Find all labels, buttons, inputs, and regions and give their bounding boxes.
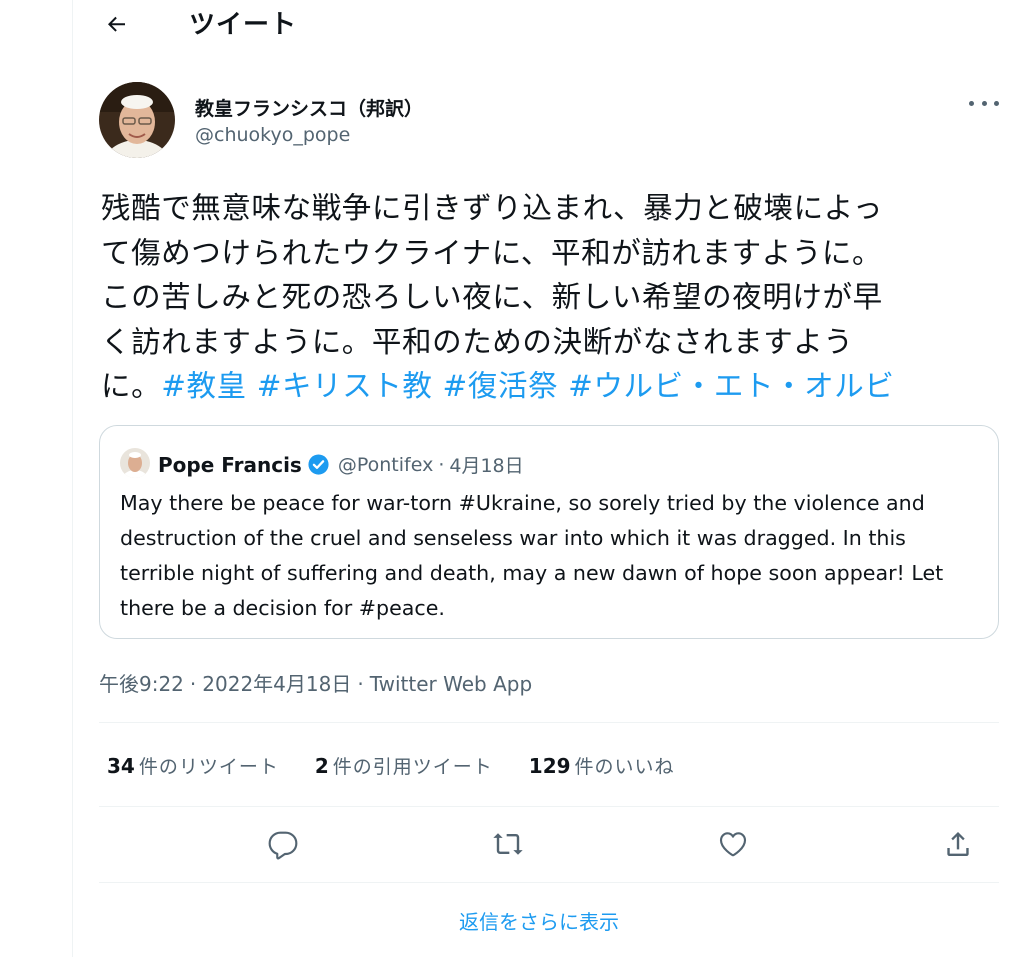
back-button[interactable] <box>99 6 135 42</box>
tweet-source[interactable]: Twitter Web App <box>370 672 532 696</box>
hashtag-link[interactable]: #ウルビ・エト・オルビ <box>568 369 894 403</box>
quotes-stat[interactable]: 2 件の引用ツイート <box>315 752 493 779</box>
page-title: ツイート <box>189 10 298 40</box>
arrow-left-icon <box>108 16 125 32</box>
divider <box>99 882 999 883</box>
reply-button[interactable] <box>261 822 305 866</box>
separator: · <box>357 672 364 696</box>
show-more-replies-link[interactable]: 返信をさらに表示 <box>73 906 1024 935</box>
tweet-meta: 午後9:22 · 2022年4月18日 · Twitter Web App <box>99 668 532 697</box>
retweet-button[interactable] <box>486 822 530 866</box>
show-more-label: 返信をさらに表示 <box>459 910 619 934</box>
quoted-line: destruction of the cruel and senseless w… <box>120 526 906 550</box>
quoted-text: May there be peace for war-torn #Ukraine… <box>120 486 990 626</box>
tweet-line: 残酷で無意味な戦争に引きずり込まれ、暴力と破壊によっ <box>101 191 884 225</box>
quoted-avatar-image <box>120 448 150 478</box>
hashtag-link[interactable]: #復活祭 <box>443 369 559 403</box>
like-button[interactable] <box>711 822 755 866</box>
author-handle[interactable]: @chuokyo_pope <box>195 124 350 146</box>
quote-label: 件の引用ツイート <box>332 756 493 778</box>
retweet-icon <box>493 833 523 855</box>
tweet-line: に。#教皇 #キリスト教 #復活祭 #ウルビ・エト・オルビ <box>101 364 981 409</box>
quoted-header: Pope Francis @Pontifex · 4月18日 <box>158 451 524 478</box>
author-avatar-image <box>99 82 175 158</box>
quoted-author-name: Pope Francis <box>158 452 302 477</box>
page-header: ツイート <box>73 0 1024 44</box>
heart-icon <box>719 832 747 857</box>
tweet-line: この苦しみと死の恐ろしい夜に、新しい希望の夜明けが早 <box>101 280 883 314</box>
hashtag-link[interactable]: #キリスト教 <box>257 369 433 403</box>
tweet-stats: 34 件のリツイート 2 件の引用ツイート 129 件のいいね <box>107 752 711 779</box>
tweet-date[interactable]: 2022年4月18日 <box>202 672 351 696</box>
tweet-line: て傷めつけられたウクライナに、平和が訪れますように。 <box>101 235 883 270</box>
quoted-date: 4月18日 <box>449 455 524 477</box>
retweet-label: 件のリツイート <box>138 756 279 778</box>
tweet-column: ツイート 教皇フランシスコ（邦訳） @chuokyo_pope 残酷で無意味な戦… <box>72 0 1024 957</box>
separator: · <box>438 453 445 476</box>
author-name[interactable]: 教皇フランシスコ（邦訳） <box>195 94 423 121</box>
action-bar <box>99 822 999 866</box>
quoted-author-handle: @Pontifex <box>337 453 434 476</box>
avatar[interactable] <box>99 82 175 158</box>
retweet-count: 34 <box>107 754 135 778</box>
tweet-text-fragment: に。 <box>101 369 162 403</box>
tweet-line: く訪れますように。平和のための決断がなされますよう <box>101 324 854 359</box>
quoted-avatar <box>120 448 150 478</box>
like-label: 件のいいね <box>574 756 675 778</box>
reply-icon <box>268 831 298 860</box>
more-dot-icon <box>981 100 987 106</box>
verified-badge-icon <box>307 453 330 476</box>
quoted-line: there be a decision for #peace. <box>120 596 445 620</box>
share-button[interactable] <box>936 822 980 866</box>
tweet-time[interactable]: 午後9:22 <box>99 672 184 696</box>
tweet-text: 残酷で無意味な戦争に引きずり込まれ、暴力と破壊によっ て傷めつけられたウクライナ… <box>101 186 981 409</box>
quoted-line: May there be peace for war-torn #Ukraine… <box>120 491 925 515</box>
like-count: 129 <box>528 754 571 778</box>
separator: · <box>189 672 197 696</box>
divider <box>99 806 999 807</box>
more-dot-icon <box>969 100 974 106</box>
more-options-button[interactable] <box>969 96 999 110</box>
retweets-stat[interactable]: 34 件のリツイート <box>107 752 279 779</box>
hashtag-link[interactable]: #教皇 <box>161 369 247 403</box>
divider <box>99 722 999 723</box>
quoted-tweet-card[interactable]: Pope Francis @Pontifex · 4月18日 May there… <box>99 425 999 639</box>
likes-stat[interactable]: 129 件のいいね <box>529 752 675 779</box>
share-icon <box>947 832 969 856</box>
more-dot-icon <box>994 100 999 106</box>
quoted-line: terrible night of suffering and death, m… <box>120 561 944 585</box>
quote-count: 2 <box>314 754 329 778</box>
